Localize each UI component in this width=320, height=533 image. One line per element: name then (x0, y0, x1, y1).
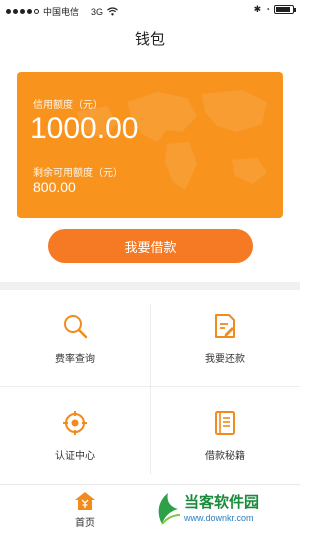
verification-center-label: 认证中心 (55, 451, 95, 462)
battery-icon (274, 5, 296, 14)
site-watermark: 当客软件园 www.downkr.com (154, 489, 294, 529)
watermark-logo (158, 493, 181, 525)
rate-query-label: 费率查询 (55, 354, 95, 365)
borrow-tips-label: 借款秘籍 (205, 451, 245, 462)
watermark-url: www.downkr.com (184, 513, 254, 523)
carrier-label: 中国电信 (43, 7, 80, 17)
page-title: 钱包 (134, 31, 165, 48)
rate-query-button[interactable]: 费率查询 (0, 290, 150, 387)
available-limit-value: 800.00 (33, 179, 76, 195)
feature-grid: 费率查询 我要还款 认证中心 借款秘籍 (0, 290, 300, 484)
book-icon (211, 409, 239, 437)
credit-limit-value: 1000.00 (30, 112, 139, 145)
available-limit-label: 剩余可用额度（元） (33, 168, 123, 179)
status-bar: 中国电信 3G ✱ ◔ (0, 0, 300, 20)
credit-limit-label: 信用额度（元） (33, 100, 103, 111)
status-right: ✱ ◔ (253, 4, 296, 15)
watermark-title: 当客软件园 (184, 494, 260, 511)
verification-center-button[interactable]: 认证中心 (0, 387, 150, 484)
signal-icon (6, 9, 39, 14)
network-label: 3G (91, 6, 104, 17)
alarm-icon: ◔ (265, 5, 270, 14)
borrow-button[interactable]: 我要借款 (48, 229, 253, 263)
repay-button[interactable]: 我要还款 (150, 290, 300, 387)
search-icon (61, 312, 89, 340)
repay-label: 我要还款 (205, 354, 245, 365)
home-icon (75, 492, 95, 510)
tab-home[interactable]: 首页 (55, 491, 115, 529)
section-divider (0, 282, 300, 290)
status-left: 中国电信 3G (6, 5, 118, 18)
wifi-icon (107, 7, 118, 16)
credit-card: 信用额度（元） 1000.00 剩余可用额度（元） 800.00 (17, 72, 283, 218)
document-edit-icon (211, 312, 239, 340)
tab-home-label: 首页 (75, 518, 95, 529)
target-icon (61, 409, 89, 437)
borrow-tips-button[interactable]: 借款秘籍 (150, 387, 300, 484)
bluetooth-icon: ✱ (253, 4, 262, 14)
